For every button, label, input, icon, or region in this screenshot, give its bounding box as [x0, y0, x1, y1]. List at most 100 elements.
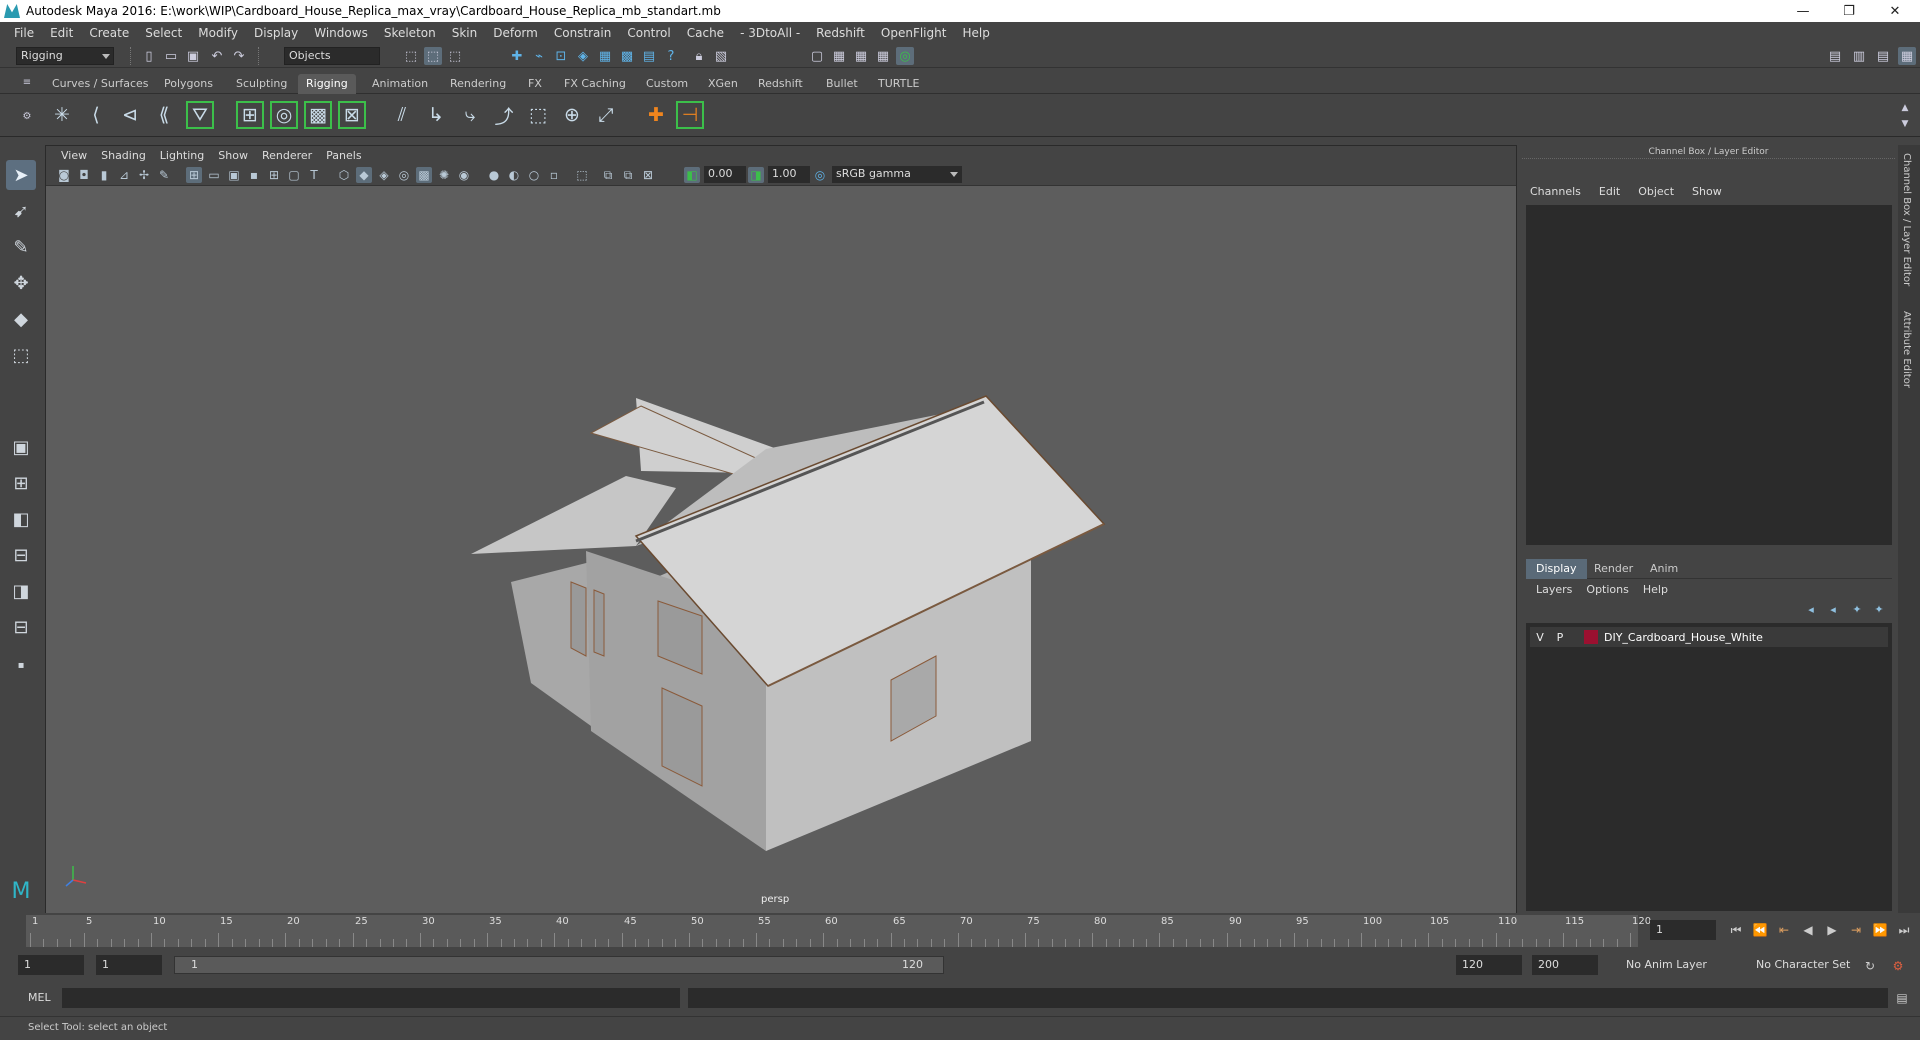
joint-tool-icon[interactable]: ✳ [48, 101, 76, 129]
textured-icon[interactable]: ▩ [416, 167, 432, 183]
snap-grid-icon[interactable]: ✚ [508, 47, 526, 65]
side-tab-channel-box[interactable]: Channel Box / Layer Editor [1901, 153, 1912, 286]
menu-edit[interactable]: Edit [42, 26, 81, 40]
persp-outliner-icon[interactable]: ⊟ [6, 540, 36, 570]
menu-skin[interactable]: Skin [444, 26, 486, 40]
help-menu[interactable]: Help [1643, 583, 1668, 596]
input-icon[interactable]: ? [662, 47, 680, 65]
point-constraint-icon[interactable]: ↳ [422, 101, 450, 129]
pole-vector-icon[interactable]: ⊕ [558, 101, 586, 129]
command-input[interactable] [62, 988, 680, 1008]
channel-box-icon[interactable]: ▦ [1898, 47, 1916, 65]
select-tool-icon[interactable]: ➤ [6, 160, 36, 190]
ik-spline-icon[interactable]: ⊲ [116, 101, 144, 129]
camera-select-icon[interactable]: ◙ [56, 167, 72, 183]
scroll-down-icon[interactable]: ▼ [1896, 115, 1914, 133]
undo-icon[interactable]: ↶ [208, 47, 226, 65]
quick-rig-icon[interactable]: ⛛ [186, 101, 214, 129]
layer-color-swatch[interactable] [1584, 630, 1598, 644]
smooth-shade-icon[interactable]: ◆ [356, 167, 372, 183]
viewport-menu-panels[interactable]: Panels [319, 149, 368, 162]
viewport-menu-renderer[interactable]: Renderer [255, 149, 319, 162]
four-view-icon[interactable]: ⊞ [6, 468, 36, 498]
isolate-select-icon[interactable]: ⬚ [574, 167, 590, 183]
menu-windows[interactable]: Windows [306, 26, 376, 40]
step-forward-icon[interactable]: ⏩ [1870, 921, 1890, 939]
move-tool-icon[interactable]: ✥ [6, 268, 36, 298]
layer-visibility-toggle[interactable]: V [1530, 631, 1550, 644]
show-menu[interactable]: Show [1692, 185, 1722, 198]
new-layer-selected-icon[interactable]: ✦ [1870, 600, 1888, 618]
move-layer-up-icon[interactable]: ◂ [1802, 600, 1820, 618]
scale-tool-icon[interactable]: ⬚ [6, 340, 36, 370]
selection-mode-dropdown[interactable]: Objects [284, 47, 380, 65]
color-space-dropdown[interactable]: sRGB gamma [832, 166, 962, 183]
image-plane-icon[interactable]: ⊿ [116, 167, 132, 183]
shelf-tab-bullet[interactable]: Bullet [818, 74, 866, 94]
shelf-tab-curves-surfaces[interactable]: Curves / Surfaces [44, 74, 157, 94]
shelf-tab-turtle[interactable]: TURTLE [870, 74, 927, 94]
restore-button[interactable]: ❐ [1826, 0, 1872, 22]
tool-settings-icon[interactable]: ▤ [1874, 47, 1892, 65]
exposure-icon[interactable]: ◧ [684, 167, 700, 183]
layout-more-icon[interactable]: ▪ [6, 650, 36, 680]
tab-display[interactable]: Display [1526, 559, 1587, 579]
ipr-render-icon[interactable]: ▦ [852, 47, 870, 65]
viewport-menu-show[interactable]: Show [211, 149, 255, 162]
script-editor-icon[interactable]: ▤ [1892, 989, 1912, 1007]
go-to-end-icon[interactable]: ⏭ [1894, 921, 1914, 939]
layers-menu[interactable]: Layers [1536, 583, 1572, 596]
menu-control[interactable]: Control [619, 26, 678, 40]
hypershade-icon[interactable]: ◎ [896, 47, 914, 65]
paint-select-icon[interactable]: ✎ [6, 232, 36, 262]
safe-action-icon[interactable]: ▢ [286, 167, 302, 183]
render-frame-icon[interactable]: ▦ [830, 47, 848, 65]
xray-icon[interactable]: ◎ [396, 167, 412, 183]
render-settings-icon[interactable]: ▦ [874, 47, 892, 65]
sym-icon[interactable]: ▧ [712, 47, 730, 65]
snap-surface-icon[interactable]: ▦ [596, 47, 614, 65]
render-view-icon[interactable]: ▢ [808, 47, 826, 65]
viewport-menu-view[interactable]: View [54, 149, 94, 162]
options-menu[interactable]: Options [1586, 583, 1628, 596]
lock-icon[interactable]: 🔒︎ [690, 47, 708, 65]
shelf-options-icon[interactable]: ⚙ [18, 107, 36, 125]
shadows-icon[interactable]: ◉ [456, 167, 472, 183]
shelf-tab-rendering[interactable]: Rendering [442, 74, 514, 94]
go-to-start-icon[interactable]: ⏮ [1726, 921, 1746, 939]
xray-joints-icon[interactable]: ⧉ [600, 167, 616, 183]
new-layer-icon[interactable]: ✦ [1848, 600, 1866, 618]
shelf-tab-redshift[interactable]: Redshift [750, 74, 811, 94]
menu-skeleton[interactable]: Skeleton [376, 26, 444, 40]
time-slider-track[interactable]: 1 5 10 15 20 25 30 35 40 45 50 55 60 65 70 75 80 85 90 95 10… [26, 915, 1651, 947]
exposure-field[interactable]: 0.00 [704, 166, 746, 183]
layer-playback-toggle[interactable]: P [1550, 631, 1570, 644]
menu-redshift[interactable]: Redshift [808, 26, 873, 40]
backface-icon[interactable]: ⊠ [640, 167, 656, 183]
menu-display[interactable]: Display [246, 26, 306, 40]
shelf-menu-icon[interactable]: ≡ [18, 73, 36, 91]
color-management-icon[interactable]: ◎ [812, 167, 828, 183]
gate-mask-icon[interactable]: ▪ [246, 167, 262, 183]
step-forward-key-icon[interactable]: ⇥ [1846, 921, 1866, 939]
snap-live-icon[interactable]: ▩ [618, 47, 636, 65]
controller-icon[interactable]: ⊣ [676, 101, 704, 129]
channel-box-area[interactable] [1526, 205, 1892, 545]
character-set-dropdown[interactable]: No Character Set [1750, 955, 1860, 975]
menu-create[interactable]: Create [81, 26, 137, 40]
snap-view-icon[interactable]: ◈ [574, 47, 592, 65]
play-back-icon[interactable]: ◀ [1798, 921, 1818, 939]
save-scene-icon[interactable]: ▣ [184, 47, 202, 65]
orient-constraint-icon[interactable]: ⤷ [456, 101, 484, 129]
ssao-icon[interactable]: ● [486, 167, 502, 183]
menu-constrain[interactable]: Constrain [546, 26, 620, 40]
viewport-menu-lighting[interactable]: Lighting [153, 149, 211, 162]
bookmark-icon[interactable]: ▮ [96, 167, 112, 183]
close-button[interactable]: ✕ [1872, 0, 1918, 22]
menu-cache[interactable]: Cache [679, 26, 732, 40]
select-object-icon[interactable]: ⬚ [424, 47, 442, 65]
layer-name[interactable]: DIY_Cardboard_House_White [1604, 631, 1763, 644]
camera-attr-icon[interactable]: ◘ [76, 167, 92, 183]
snap-point-icon[interactable]: ⊡ [552, 47, 570, 65]
attribute-editor-icon[interactable]: ▥ [1850, 47, 1868, 65]
